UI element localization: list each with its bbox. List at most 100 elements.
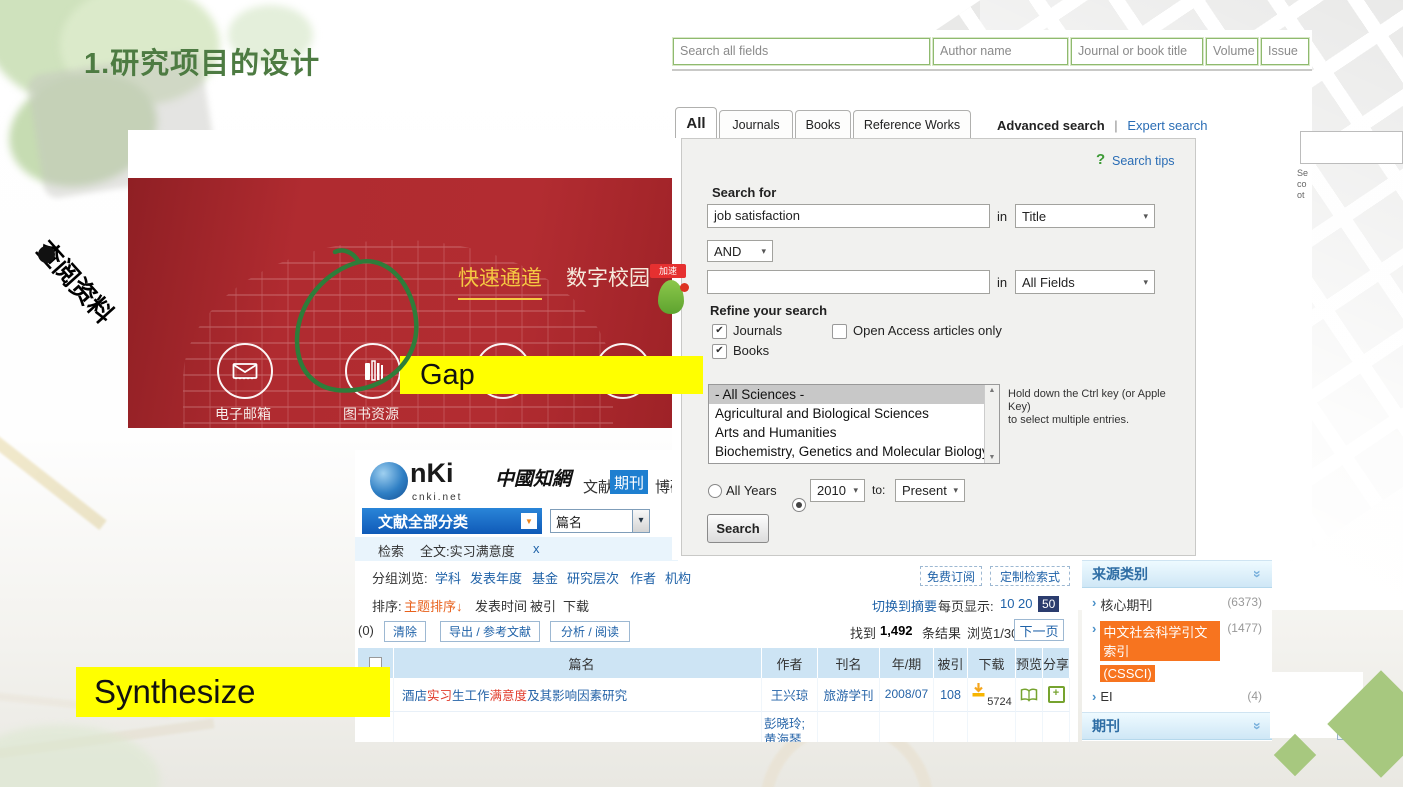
- col-share[interactable]: 分享: [1043, 648, 1070, 678]
- advanced-search-link[interactable]: Advanced search: [997, 118, 1105, 133]
- export-references-button[interactable]: 导出 / 参考文献: [440, 621, 540, 642]
- col-author[interactable]: 作者: [762, 648, 818, 678]
- group-browse-institution[interactable]: 机构: [665, 568, 691, 587]
- group-browse-year[interactable]: 发表年度: [470, 568, 522, 587]
- sidebar-section-source-type[interactable]: 来源类别 »: [1082, 560, 1272, 588]
- search-button[interactable]: Search: [707, 514, 769, 543]
- field-select-title[interactable]: Title: [1015, 204, 1155, 228]
- sort-by-cited[interactable]: 被引: [530, 596, 556, 615]
- expert-search-link[interactable]: Expert search: [1127, 118, 1207, 133]
- divider: [672, 69, 1312, 71]
- tab-all[interactable]: All: [675, 107, 717, 138]
- collapse-chevron-icon[interactable]: »: [1250, 570, 1266, 578]
- portal-nav-digital-campus[interactable]: 数字校园: [566, 262, 650, 292]
- sidebar-item-nursing-research[interactable]: › 护理研究 (636): [1082, 740, 1272, 741]
- sidebar-item-cssci[interactable]: › 中文社会科学引文索引 (CSSCI) (1477): [1082, 614, 1272, 682]
- col-title[interactable]: 篇名: [394, 648, 762, 678]
- preview-book-icon[interactable]: [1020, 688, 1038, 702]
- sidebar-section-journals[interactable]: 期刊 »: [1082, 712, 1272, 740]
- subject-option-selected[interactable]: - All Sciences -: [709, 385, 999, 404]
- search-all-fields-input[interactable]: Search all fields: [672, 37, 931, 66]
- search-tips-link[interactable]: Search tips: [1112, 154, 1175, 168]
- cited-count-link: [934, 712, 968, 742]
- year-range-radio[interactable]: [792, 498, 806, 512]
- journals-checkbox[interactable]: ✔: [712, 324, 727, 339]
- sidebar-item-ei[interactable]: › EI (4): [1082, 682, 1272, 704]
- download-cell[interactable]: 5724: [968, 678, 1016, 712]
- switch-to-abstract-link[interactable]: 切换到摘要: [872, 596, 937, 615]
- col-year-issue[interactable]: 年/期: [880, 648, 934, 678]
- scroll-down-icon[interactable]: ▼: [989, 454, 996, 461]
- portal-nav-quick-channel[interactable]: 快速通道: [458, 262, 542, 300]
- cnki-sidebar: 来源类别 » › 核心期刊 (6373) › 中文社会科学引文索引 (CSSCI…: [1082, 560, 1272, 741]
- next-page-button[interactable]: 下一页: [1014, 619, 1064, 641]
- share-cell[interactable]: [1043, 678, 1070, 712]
- tab-books[interactable]: Books: [795, 110, 851, 138]
- author-link[interactable]: 王兴琼: [762, 678, 818, 712]
- preview-cell[interactable]: [1016, 678, 1043, 712]
- cited-count-link[interactable]: 108: [934, 678, 968, 712]
- subject-option[interactable]: Arts and Humanities: [709, 423, 999, 442]
- pencil-decoration: [0, 422, 107, 530]
- cnki-nav-thesis-clipped[interactable]: 博硕: [655, 476, 673, 497]
- col-journal[interactable]: 刊名: [818, 648, 880, 678]
- tab-reference-works[interactable]: Reference Works: [853, 110, 971, 138]
- article-title-link[interactable]: [394, 712, 762, 742]
- group-browse-level[interactable]: 研究层次: [567, 568, 619, 587]
- author-link[interactable]: 彭晓玲; 黄海琴: [762, 712, 818, 742]
- subject-option[interactable]: Biochemistry, Genetics and Molecular Bio…: [709, 442, 999, 461]
- chevron-down-icon[interactable]: ▼: [521, 513, 537, 529]
- search-term-input[interactable]: job satisfaction: [707, 204, 990, 228]
- sidebar-item-core-journals[interactable]: › 核心期刊 (6373): [1082, 588, 1272, 614]
- sort-by-downloads[interactable]: 下载: [563, 596, 589, 615]
- category-dropdown-button[interactable]: 文献全部分类 ▼: [362, 508, 542, 534]
- subject-option[interactable]: Agricultural and Biological Sciences: [709, 404, 999, 423]
- volume-input[interactable]: Volume: [1205, 37, 1259, 66]
- sort-by-date[interactable]: 发表时间: [475, 596, 527, 615]
- books-checkbox[interactable]: ✔: [712, 344, 727, 359]
- second-term-input[interactable]: [707, 270, 990, 294]
- remove-filter-button[interactable]: x: [533, 541, 540, 556]
- cnki-nav-journals-active[interactable]: 期刊: [610, 470, 648, 494]
- article-title-link[interactable]: 酒店 实习 生工作 满意度 及其影响因素研究: [394, 678, 762, 712]
- email-icon[interactable]: [217, 343, 273, 399]
- per-page-10[interactable]: 10: [1000, 596, 1014, 611]
- scroll-up-icon[interactable]: ▲: [989, 387, 996, 394]
- year-to-select[interactable]: Present: [895, 479, 965, 502]
- year-from-select[interactable]: 2010: [810, 479, 865, 502]
- journal-link[interactable]: 旅游学刊: [818, 678, 880, 712]
- per-page-20[interactable]: 20: [1018, 596, 1032, 611]
- cnki-nav-literature[interactable]: 文献: [583, 476, 613, 497]
- issue-input[interactable]: Issue: [1260, 37, 1310, 66]
- custom-search-button[interactable]: 定制检索式: [990, 566, 1070, 586]
- tab-journals[interactable]: Journals: [719, 110, 793, 138]
- speedup-badge: 加速: [650, 264, 686, 278]
- col-preview[interactable]: 预览: [1016, 648, 1043, 678]
- journal-book-title-input[interactable]: Journal or book title: [1070, 37, 1204, 66]
- open-access-checkbox[interactable]: [832, 324, 847, 339]
- search-field-select[interactable]: 篇名: [550, 509, 650, 533]
- field-select-all-fields[interactable]: All Fields: [1015, 270, 1155, 294]
- group-browse-author[interactable]: 作者: [630, 568, 656, 587]
- collapse-chevron-icon[interactable]: »: [1250, 722, 1266, 730]
- analyze-read-button[interactable]: 分析 / 阅读: [550, 621, 630, 642]
- group-browse-fund[interactable]: 基金: [532, 568, 558, 587]
- free-subscribe-button[interactable]: 免费订阅: [920, 566, 982, 586]
- col-downloads[interactable]: 下载: [968, 648, 1016, 678]
- add-to-list-icon[interactable]: [1047, 686, 1065, 703]
- all-years-radio[interactable]: [708, 484, 722, 498]
- search-breadcrumb-strip: 检索 全文:实习满意度 x: [355, 537, 678, 561]
- sort-by-topic-active[interactable]: 主题排序↓: [404, 596, 463, 615]
- help-icon[interactable]: ?: [1096, 151, 1105, 169]
- page-title: 1.研究项目的设计: [84, 48, 321, 80]
- listbox-scrollbar[interactable]: ▲ ▼: [984, 385, 999, 463]
- clear-button[interactable]: 清除: [384, 621, 426, 642]
- per-page-50-active[interactable]: 50: [1038, 596, 1060, 612]
- operator-select[interactable]: AND: [707, 240, 773, 262]
- download-icon[interactable]: [971, 682, 986, 698]
- col-cited[interactable]: 被引: [934, 648, 968, 678]
- partial-search-box[interactable]: [1300, 131, 1403, 164]
- author-name-input[interactable]: Author name: [932, 37, 1069, 66]
- subject-listbox[interactable]: - All Sciences - Agricultural and Biolog…: [708, 384, 1000, 464]
- group-browse-subject[interactable]: 学科: [435, 568, 461, 587]
